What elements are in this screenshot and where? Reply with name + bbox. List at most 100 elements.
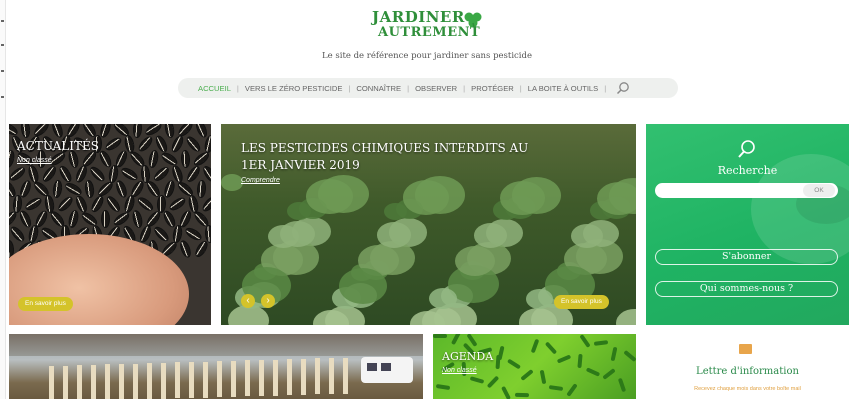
van-window [367,363,377,371]
nav-item-zero-pesticide[interactable]: VERS LE ZÉRO PESTICIDE [245,84,342,93]
leaf-shape [377,222,411,248]
fence-post [77,365,82,399]
seed-shape [103,135,124,153]
actualites-tile[interactable]: ACTUALITÉS Non classé En savoir plus [9,124,211,325]
agenda-category[interactable]: Non classé [442,367,477,374]
bean-shape [497,345,505,361]
featured-category[interactable]: Comprendre [241,177,280,184]
nav-separator: | [519,83,522,93]
seed-shape [132,124,143,139]
nav-item-boite-outils[interactable]: LA BOITE À OUTILS [528,84,598,93]
search-icon[interactable] [616,81,630,95]
bean-shape [623,349,636,363]
field-image-tile[interactable] [9,334,423,399]
nav-separator: | [236,83,239,93]
agenda-title[interactable]: AGENDA [442,350,493,363]
seed-shape [19,124,32,139]
fence-post [203,361,208,398]
bean-shape [520,369,534,381]
fence-post [231,360,236,397]
leaf-shape [221,174,243,191]
actualites-category[interactable]: Non classé [17,157,52,164]
envelope-icon [739,344,752,354]
fence-post [147,363,152,399]
clover-icon [464,12,482,32]
seed-shape [180,149,191,169]
actualites-more-button[interactable]: En savoir plus [18,297,73,311]
featured-more-button[interactable]: En savoir plus [554,295,609,309]
slide-next-button[interactable]: › [261,294,275,308]
nav-item-proteger[interactable]: PROTÉGER [471,84,514,93]
bean-shape [514,392,530,398]
search-panel-title: Recherche [717,164,778,177]
leaf-shape [268,225,299,249]
fence-post [245,360,250,397]
leaf-shape [339,268,387,304]
bean-shape [548,385,564,391]
leaf-shape [306,179,353,215]
bean-shape [539,369,547,385]
bean-shape [585,367,601,377]
logo-line1: JARDINER [372,8,465,26]
leaf-shape [616,309,636,325]
bean-shape [433,334,447,338]
seed-shape [163,124,176,139]
bean-shape [556,354,572,364]
search-icon [738,140,755,158]
fence-post [217,361,222,398]
featured-slide[interactable]: LES PESTICIDES CHIMIQUES INTERDITS AU 1E… [221,124,636,325]
fence-post [63,365,68,399]
bean-shape [579,334,591,348]
seed-shape [66,209,81,229]
nav-item-accueil[interactable]: ACCUEIL [198,84,231,93]
fence-post [175,362,180,399]
about-button[interactable]: Qui sommes-nous ? [655,281,838,297]
featured-title-line2[interactable]: 1ER JANVIER 2019 [241,157,360,173]
seed-shape [114,178,129,200]
site-logo[interactable]: JARDINER AUTREMENT [372,8,484,46]
subscribe-button[interactable]: S'abonner [655,249,838,265]
seed-shape [192,238,211,260]
slide-prev-button[interactable]: ‹ [241,294,255,308]
nav-separator: | [348,83,351,93]
bean-shape [566,383,578,397]
van-window [381,363,391,371]
seed-shape [9,149,17,169]
fence-post [105,364,110,399]
search-ok-button[interactable]: OK [803,184,835,197]
van-image [361,357,413,383]
nav-item-observer[interactable]: OBSERVER [415,84,457,93]
nav-item-connaitre[interactable]: CONNAÎTRE [356,84,401,93]
leaf-shape [403,180,449,215]
edge-marker [1,70,4,72]
edge-marker [1,20,4,22]
seed-shape [196,179,207,199]
bean-shape [486,375,500,389]
featured-title-line1[interactable]: LES PESTICIDES CHIMIQUES INTERDITS AU [241,140,528,156]
agenda-tile[interactable]: AGENDA Non classé [433,334,636,399]
fence-post [343,357,348,394]
fence-post [315,358,320,395]
fence-post [329,358,334,394]
bean-shape [577,353,583,369]
newsletter-text: Recevez chaque mois dans votre boîte mai… [694,386,801,392]
seed-shape [162,179,177,199]
bean-shape [530,338,540,354]
leaf-shape [500,181,545,215]
bean-shape [610,346,618,362]
fence-post [287,359,292,396]
fence-post [91,364,96,399]
seed-shape [51,179,64,199]
newsletter-title: Lettre d'information [696,366,799,377]
leaf-shape [571,224,603,248]
fence-post [189,362,194,398]
bean-shape [450,334,462,346]
actualites-title[interactable]: ACTUALITÉS [17,139,99,153]
seed-shape [183,225,204,243]
nav-separator: | [604,83,607,93]
nav-separator: | [407,83,410,93]
fence-post [49,366,54,399]
bean-shape [501,385,511,399]
fence-post [259,360,264,396]
bean-shape [435,383,451,391]
